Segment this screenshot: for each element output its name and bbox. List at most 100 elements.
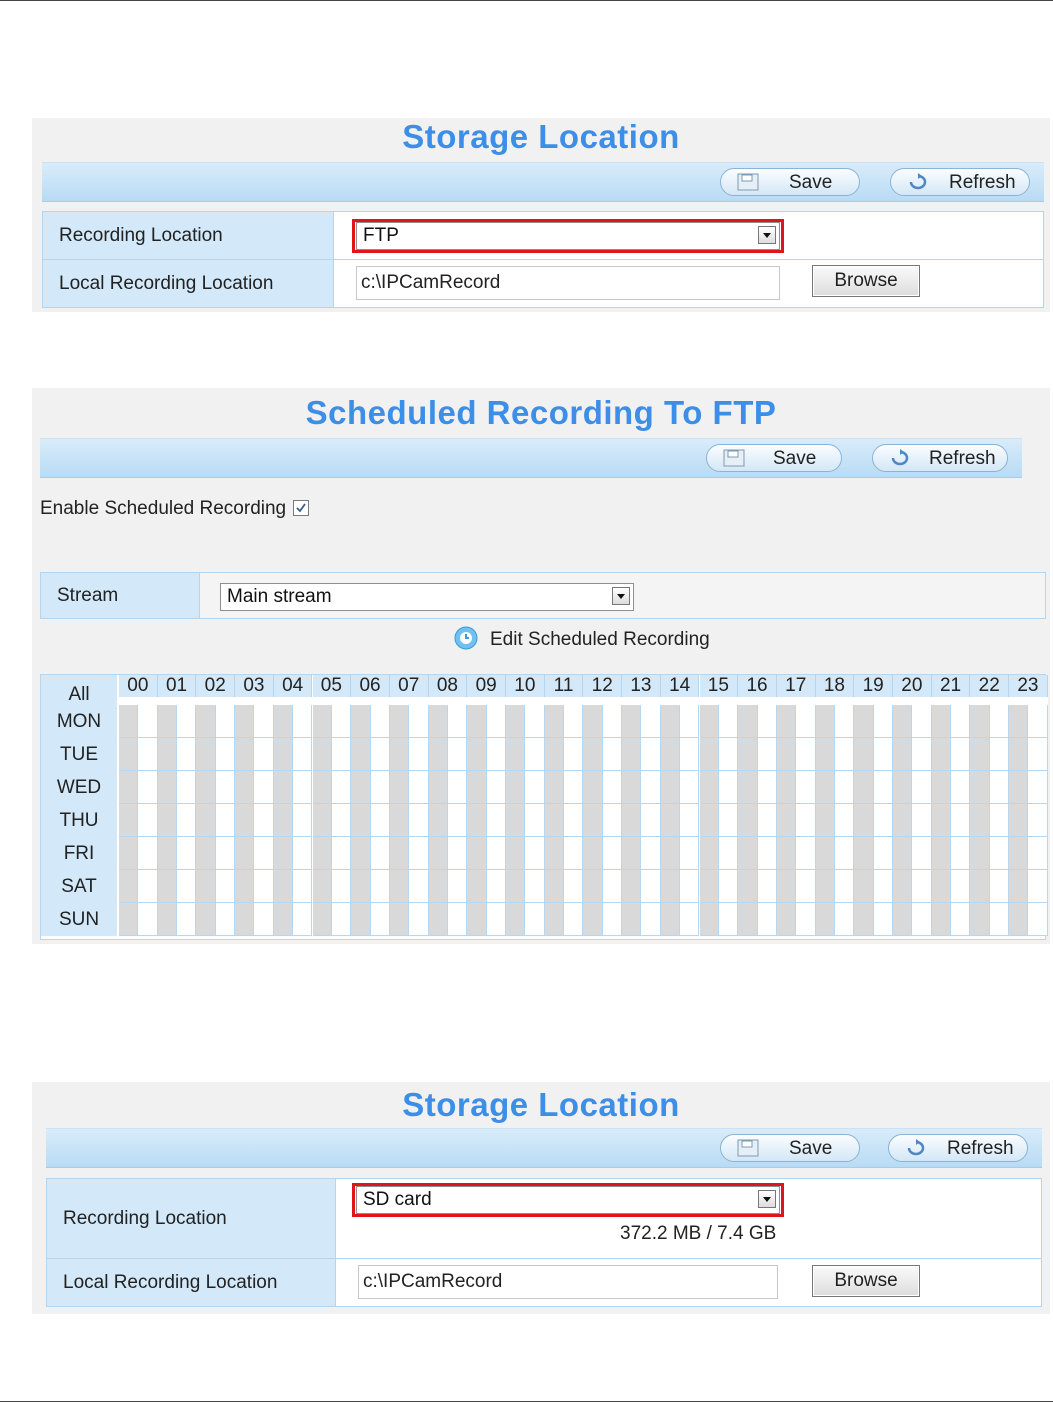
schedule-cell[interactable] xyxy=(486,738,506,771)
schedule-cell[interactable] xyxy=(815,705,835,738)
schedule-cell[interactable] xyxy=(177,738,197,771)
schedule-cell[interactable] xyxy=(506,870,526,903)
schedule-cell[interactable] xyxy=(602,903,623,936)
schedule-cell[interactable] xyxy=(370,903,390,936)
schedule-cell[interactable] xyxy=(119,870,139,903)
schedule-cell[interactable] xyxy=(970,870,990,903)
schedule-cell[interactable] xyxy=(912,903,932,936)
schedule-cell[interactable] xyxy=(776,837,797,870)
schedule-cell[interactable] xyxy=(757,870,777,903)
schedule-cell[interactable] xyxy=(428,804,448,837)
schedule-cell[interactable] xyxy=(1009,705,1029,738)
schedule-cell[interactable] xyxy=(834,870,855,903)
schedule-cell[interactable] xyxy=(718,837,739,870)
schedule-cell[interactable] xyxy=(641,738,661,771)
schedule-cell[interactable] xyxy=(525,804,545,837)
hour-header[interactable]: 03 xyxy=(235,675,274,697)
schedule-cell[interactable] xyxy=(680,837,700,870)
schedule-cell[interactable] xyxy=(738,738,758,771)
schedule-cell[interactable] xyxy=(776,870,797,903)
hour-header[interactable]: 17 xyxy=(776,675,816,697)
schedule-cell[interactable] xyxy=(506,903,526,936)
schedule-cell[interactable] xyxy=(912,804,932,837)
schedule-cell[interactable] xyxy=(660,870,681,903)
schedule-cell[interactable] xyxy=(544,903,565,936)
schedule-cell[interactable] xyxy=(970,903,990,936)
schedule-cell[interactable] xyxy=(660,903,681,936)
schedule-cell[interactable] xyxy=(351,738,371,771)
schedule-cell[interactable] xyxy=(718,804,739,837)
schedule-cell[interactable] xyxy=(447,738,468,771)
schedule-cell[interactable] xyxy=(718,705,739,738)
schedule-cell[interactable] xyxy=(564,771,584,804)
day-label[interactable]: WED xyxy=(41,771,117,804)
schedule-cell[interactable] xyxy=(989,804,1010,837)
schedule-cell[interactable] xyxy=(680,903,700,936)
schedule-cell[interactable] xyxy=(215,903,236,936)
schedule-cell[interactable] xyxy=(157,837,178,870)
enable-scheduled-recording-checkbox[interactable] xyxy=(293,500,310,516)
schedule-cell[interactable] xyxy=(389,705,410,738)
schedule-cell[interactable] xyxy=(641,771,661,804)
schedule-cell[interactable] xyxy=(583,738,603,771)
schedule-cell[interactable] xyxy=(486,705,506,738)
schedule-cell[interactable] xyxy=(370,870,390,903)
schedule-cell[interactable] xyxy=(215,771,236,804)
schedule-cell[interactable] xyxy=(757,771,777,804)
schedule-cell[interactable] xyxy=(738,903,758,936)
schedule-cell[interactable] xyxy=(331,738,352,771)
schedule-cell[interactable] xyxy=(254,903,274,936)
schedule-cell[interactable] xyxy=(893,837,913,870)
schedule-cell[interactable] xyxy=(951,771,971,804)
schedule-cell[interactable] xyxy=(583,804,603,837)
schedule-cell[interactable] xyxy=(873,870,893,903)
schedule-cell[interactable] xyxy=(544,837,565,870)
schedule-cell[interactable] xyxy=(989,705,1010,738)
schedule-cell[interactable] xyxy=(796,705,816,738)
schedule-cell[interactable] xyxy=(834,837,855,870)
schedule-cell[interactable] xyxy=(293,870,313,903)
hour-header[interactable]: 10 xyxy=(506,675,545,697)
schedule-cell[interactable] xyxy=(428,837,448,870)
schedule-cell[interactable] xyxy=(428,903,448,936)
schedule-cell[interactable] xyxy=(834,804,855,837)
schedule-cell[interactable] xyxy=(738,837,758,870)
schedule-cell[interactable] xyxy=(815,903,835,936)
schedule-cell[interactable] xyxy=(1028,738,1048,771)
schedule-cell[interactable] xyxy=(254,738,274,771)
schedule-cell[interactable] xyxy=(738,804,758,837)
browse-button[interactable]: Browse xyxy=(812,265,920,297)
schedule-cell[interactable] xyxy=(796,804,816,837)
schedule-cell[interactable] xyxy=(854,903,874,936)
schedule-cell[interactable] xyxy=(660,705,681,738)
schedule-cell[interactable] xyxy=(196,738,216,771)
schedule-cell[interactable] xyxy=(873,705,893,738)
schedule-cell[interactable] xyxy=(370,837,390,870)
schedule-cell[interactable] xyxy=(157,804,178,837)
schedule-cell[interactable] xyxy=(912,771,932,804)
schedule-cell[interactable] xyxy=(873,903,893,936)
schedule-cell[interactable] xyxy=(273,804,294,837)
edit-scheduled-recording[interactable]: Edit Scheduled Recording xyxy=(454,626,710,650)
schedule-cell[interactable] xyxy=(351,804,371,837)
schedule-cell[interactable] xyxy=(235,705,255,738)
schedule-cell[interactable] xyxy=(331,870,352,903)
schedule-cell[interactable] xyxy=(506,837,526,870)
schedule-cell[interactable] xyxy=(699,837,719,870)
schedule-cell[interactable] xyxy=(293,705,313,738)
schedule-cell[interactable] xyxy=(951,870,971,903)
schedule-cell[interactable] xyxy=(351,771,371,804)
schedule-cell[interactable] xyxy=(622,804,642,837)
schedule-cell[interactable] xyxy=(409,870,429,903)
hour-header[interactable]: 21 xyxy=(931,675,971,697)
schedule-cell[interactable] xyxy=(776,903,797,936)
schedule-cell[interactable] xyxy=(854,870,874,903)
schedule-cell[interactable] xyxy=(970,705,990,738)
schedule-cell[interactable] xyxy=(854,804,874,837)
schedule-cell[interactable] xyxy=(970,837,990,870)
storage2-save-button[interactable]: Save xyxy=(720,1134,860,1162)
schedule-cell[interactable] xyxy=(931,738,952,771)
local-recording-location-input[interactable]: c:\IPCamRecord xyxy=(358,1265,778,1299)
schedule-cell[interactable] xyxy=(641,705,661,738)
schedule-cell[interactable] xyxy=(1009,870,1029,903)
